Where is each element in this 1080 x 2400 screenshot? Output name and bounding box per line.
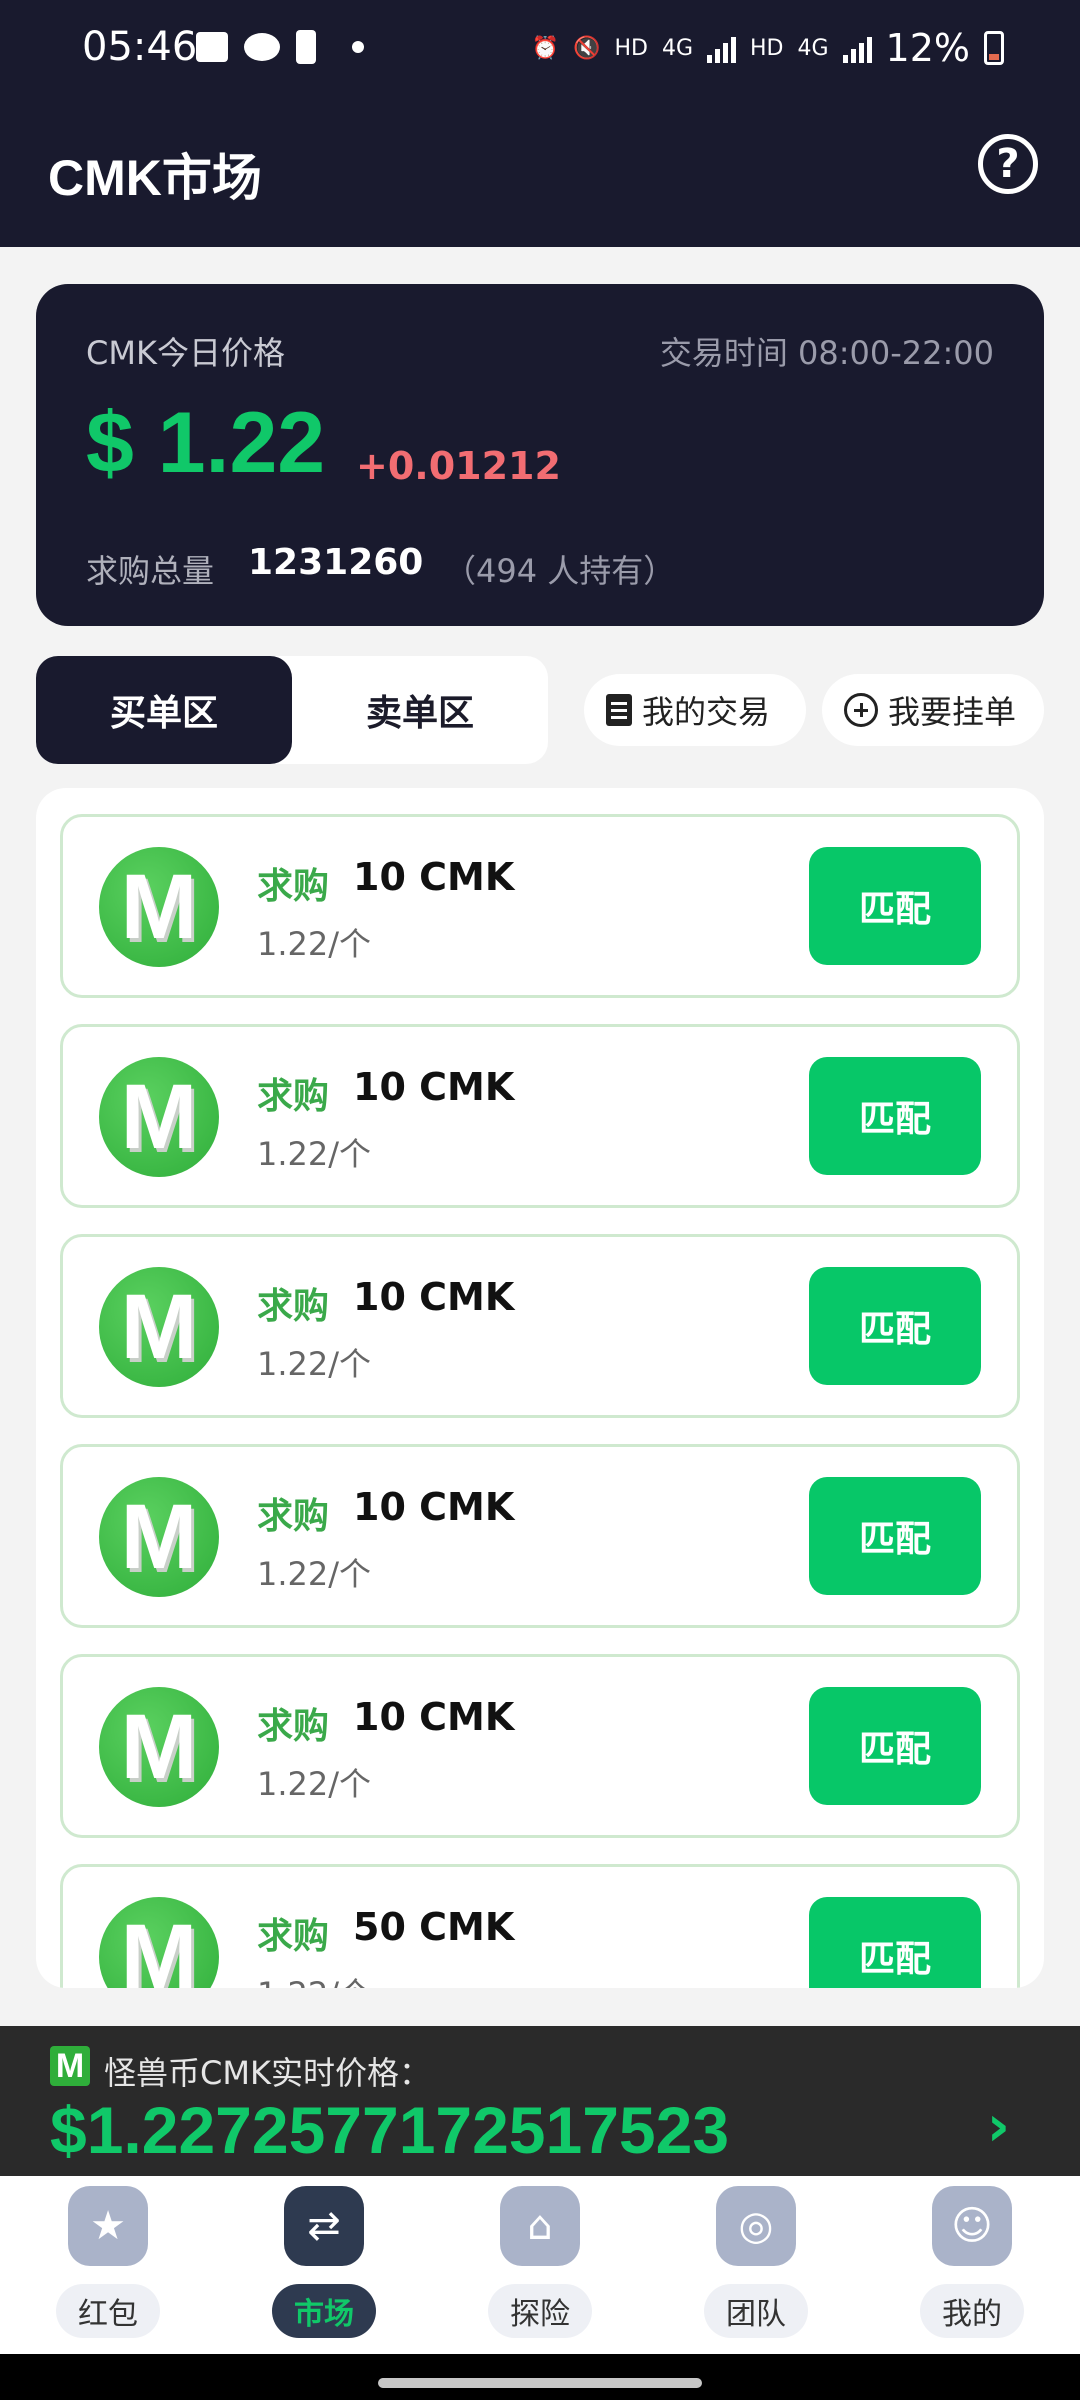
cloud-icon xyxy=(244,33,280,61)
order-unit-price: 1.22/个 xyxy=(257,1555,372,1593)
ticker-price: $1.2272577172517523 xyxy=(50,2093,730,2167)
alarm-icon: ⏰ xyxy=(531,35,560,61)
order-list[interactable]: M 求购 10 CMK 1.22/个 匹配 M 求购 10 CMK 1.22/个… xyxy=(36,788,1044,1988)
order-row: M 求购 10 CMK 1.22/个 匹配 xyxy=(60,814,1020,998)
nav-item-team[interactable]: ◎ 团队 xyxy=(648,2176,864,2354)
order-row: M 求购 10 CMK 1.22/个 匹配 xyxy=(60,1024,1020,1208)
order-kind: 求购 xyxy=(257,1706,330,1747)
status-bar: 05:46 ⏰ 🔇 HD 4G HD 4G 12% xyxy=(0,0,1080,100)
order-kind: 求购 xyxy=(257,1076,330,1117)
user-icon: ☺ xyxy=(932,2186,1012,2266)
nav-label: 团队 xyxy=(704,2284,808,2338)
order-kind: 求购 xyxy=(257,1916,330,1957)
battery-percent: 12% xyxy=(885,26,970,70)
post-order-button[interactable]: 我要挂单 xyxy=(822,674,1044,746)
match-button[interactable]: 匹配 xyxy=(809,847,981,965)
order-kind: 求购 xyxy=(257,1286,330,1327)
order-amount: 10 CMK xyxy=(353,855,515,899)
current-price: $ 1.22 xyxy=(86,395,326,491)
holders-count: （494 人持有） xyxy=(444,552,676,590)
order-row: M 求购 10 CMK 1.22/个 匹配 xyxy=(60,1234,1020,1418)
nav-label: 市场 xyxy=(272,2284,376,2338)
order-amount: 50 CMK xyxy=(353,1905,515,1949)
cmk-coin-icon: M xyxy=(99,1897,219,1988)
order-tabs: 买单区 卖单区 xyxy=(36,656,548,764)
cmk-coin-icon: M xyxy=(99,1687,219,1807)
help-icon[interactable]: ? xyxy=(978,134,1038,194)
order-unit-price: 1.22/个 xyxy=(257,1135,372,1173)
order-amount: 10 CMK xyxy=(353,1695,515,1739)
hd-label: HD xyxy=(614,35,648,61)
order-amount: 10 CMK xyxy=(353,1485,515,1529)
order-amount: 10 CMK xyxy=(353,1065,515,1109)
order-amount: 10 CMK xyxy=(353,1275,515,1319)
match-button[interactable]: 匹配 xyxy=(809,1897,981,1988)
tab-sell-orders[interactable]: 卖单区 xyxy=(292,656,548,764)
order-unit-price: 1.22/个 xyxy=(257,1765,372,1803)
plus-circle-icon xyxy=(844,693,878,727)
notification-icons xyxy=(196,30,364,64)
order-kind: 求购 xyxy=(257,866,330,907)
cmk-coin-icon: M xyxy=(99,1057,219,1177)
order-row: M 求购 10 CMK 1.22/个 匹配 xyxy=(60,1654,1020,1838)
home-indicator[interactable] xyxy=(378,2378,702,2388)
nav-item-explore[interactable]: ⌂ 探险 xyxy=(432,2176,648,2354)
ticker-label: 怪兽币CMK实时价格： xyxy=(104,2054,431,2092)
nav-item-mine[interactable]: ☺ 我的 xyxy=(864,2176,1080,2354)
cmk-coin-icon: M xyxy=(99,1267,219,1387)
trading-hours: 交易时间 08:00-22:00 xyxy=(659,334,994,372)
signal-icon-2 xyxy=(842,33,872,63)
tab-buy-orders[interactable]: 买单区 xyxy=(36,656,292,764)
order-row: M 求购 50 CMK 1.22/个 匹配 xyxy=(60,1864,1020,1988)
more-dot-icon xyxy=(352,41,364,53)
aperture-icon: ◎ xyxy=(716,2186,796,2266)
hd-label-2: HD xyxy=(750,35,784,61)
match-button[interactable]: 匹配 xyxy=(809,1057,981,1175)
match-button[interactable]: 匹配 xyxy=(809,1267,981,1385)
bid-total-label: 求购总量 xyxy=(86,552,215,590)
order-row: M 求购 10 CMK 1.22/个 匹配 xyxy=(60,1444,1020,1628)
order-unit-price: 1.22/个 xyxy=(257,925,372,963)
match-button[interactable]: 匹配 xyxy=(809,1687,981,1805)
calendar-market-icon: ⇄ xyxy=(284,2186,364,2266)
page-title: CMK市场 xyxy=(48,150,262,206)
signal-icon xyxy=(707,33,736,63)
house-icon: ⌂ xyxy=(500,2186,580,2266)
mute-icon: 🔇 xyxy=(573,35,601,61)
order-unit-price: 1.22/个 xyxy=(257,1969,371,1988)
battery-icon xyxy=(984,31,1004,65)
nav-label: 红包 xyxy=(56,2284,160,2338)
bid-total-value: 1231260 xyxy=(248,542,424,583)
star-badge-icon: ★ xyxy=(68,2186,148,2266)
my-trades-button[interactable]: 我的交易 xyxy=(584,674,806,746)
nav-item-red-packet[interactable]: ★ 红包 xyxy=(0,2176,216,2354)
gallery-icon xyxy=(196,32,228,62)
price-card: CMK今日价格 交易时间 08:00-22:00 $ 1.22 +0.01212… xyxy=(36,284,1044,626)
gesture-bar xyxy=(0,2354,1080,2400)
cmk-coin-icon: M xyxy=(99,847,219,967)
document-icon xyxy=(606,694,632,726)
post-order-label: 我要挂单 xyxy=(888,693,1017,731)
order-unit-price: 1.22/个 xyxy=(257,1345,372,1383)
status-time: 05:46 xyxy=(82,24,198,70)
my-trades-label: 我的交易 xyxy=(642,693,771,731)
nav-label: 我的 xyxy=(920,2284,1024,2338)
price-change: +0.01212 xyxy=(356,444,561,488)
system-icons: ⏰ 🔇 HD 4G HD 4G 12% xyxy=(532,26,1004,70)
nav-item-market[interactable]: ⇄ 市场 xyxy=(216,2176,432,2354)
nav-label: 探险 xyxy=(488,2284,592,2338)
price-label: CMK今日价格 xyxy=(86,334,285,372)
live-price-ticker[interactable]: M 怪兽币CMK实时价格： $1.2272577172517523 › xyxy=(0,2026,1080,2176)
cmk-logo-icon: M xyxy=(50,2046,90,2086)
match-button[interactable]: 匹配 xyxy=(809,1477,981,1595)
top-bar: 05:46 ⏰ 🔇 HD 4G HD 4G 12% CMK市场 ? xyxy=(0,0,1080,247)
alert-icon xyxy=(296,30,316,64)
chevron-right-icon[interactable]: › xyxy=(987,2094,1010,2159)
network-label: 4G xyxy=(661,35,693,61)
order-kind: 求购 xyxy=(257,1496,330,1537)
cmk-market-screen: 05:46 ⏰ 🔇 HD 4G HD 4G 12% CMK市场 ? CMK今日价… xyxy=(0,0,1080,2400)
cmk-coin-icon: M xyxy=(99,1477,219,1597)
network-label-2: 4G xyxy=(797,35,829,61)
bottom-nav: ★ 红包 ⇄ 市场 ⌂ 探险 ◎ 团队 ☺ 我的 xyxy=(0,2176,1080,2354)
